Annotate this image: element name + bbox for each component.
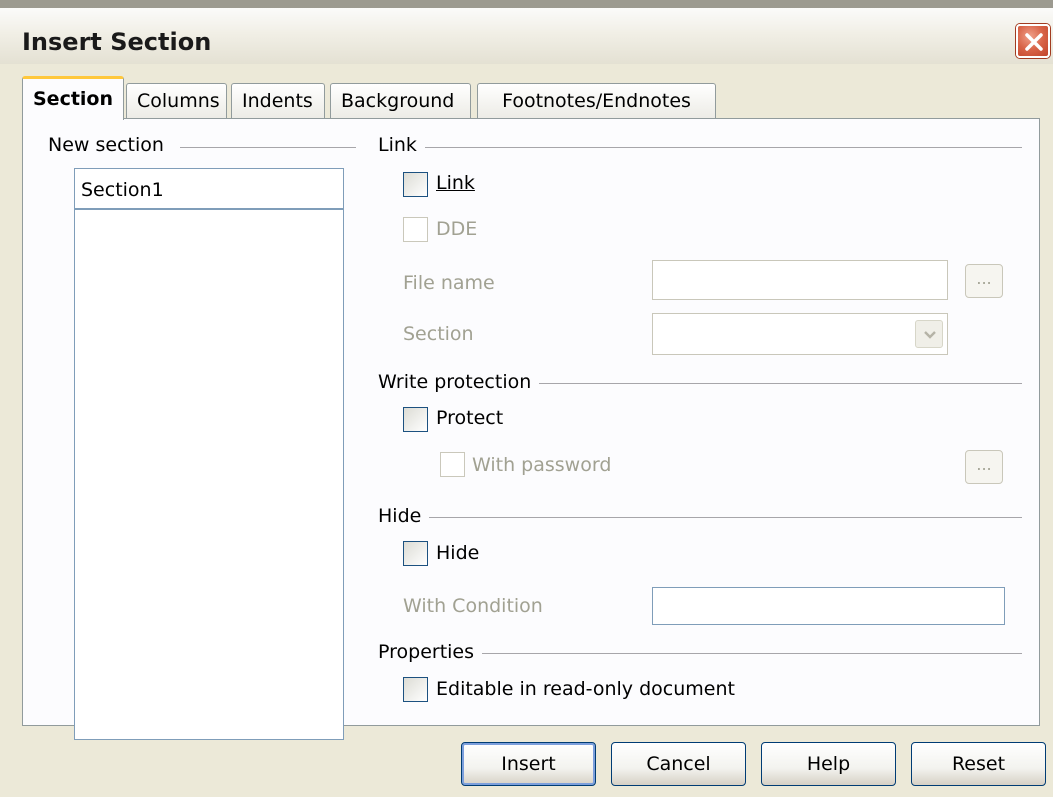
dde-checkbox[interactable] <box>403 217 428 242</box>
file-name-label: File name <box>403 272 495 294</box>
close-icon <box>1025 33 1043 51</box>
file-name-input[interactable] <box>652 260 948 300</box>
write-protection-label: Write protection <box>378 371 540 393</box>
link-divider <box>380 147 1022 148</box>
link-checkbox[interactable] <box>403 172 428 197</box>
with-condition-label: With Condition <box>403 595 543 617</box>
tab-columns[interactable]: Columns <box>126 83 227 119</box>
help-button[interactable]: Help <box>761 742 896 786</box>
hide-checkbox-label[interactable]: Hide <box>436 542 479 564</box>
section-name-input[interactable]: Section1 <box>74 168 344 210</box>
title-bar[interactable]: Insert Section <box>0 0 1053 64</box>
link-section-dropdown-button[interactable] <box>915 320 943 348</box>
link-group-label: Link <box>378 134 425 156</box>
dialog-title: Insert Section <box>22 28 212 56</box>
editable-readonly-checkbox[interactable] <box>403 677 428 702</box>
with-password-label: With password <box>472 454 612 476</box>
hide-group-label: Hide <box>378 505 430 527</box>
new-section-divider <box>180 147 356 148</box>
section-list[interactable] <box>74 168 344 740</box>
insert-button[interactable]: Insert <box>461 742 596 786</box>
link-section-select[interactable] <box>652 313 948 355</box>
with-password-checkbox[interactable] <box>440 452 465 477</box>
password-button[interactable]: ... <box>965 450 1003 484</box>
with-condition-input[interactable] <box>652 587 1005 625</box>
tab-indents[interactable]: Indents <box>231 83 325 119</box>
link-checkbox-label[interactable]: Link <box>436 172 475 194</box>
tab-background[interactable]: Background <box>330 83 471 119</box>
section-name-value: Section1 <box>81 179 164 201</box>
tab-footnotes-endnotes[interactable]: Footnotes/Endnotes <box>477 83 716 119</box>
new-section-label: New section <box>48 134 172 156</box>
hide-divider <box>380 517 1022 518</box>
cancel-button[interactable]: Cancel <box>611 742 746 786</box>
close-button[interactable] <box>1016 24 1050 58</box>
editable-readonly-label[interactable]: Editable in read-only document <box>436 678 735 700</box>
file-browse-button[interactable]: ... <box>965 264 1003 298</box>
link-section-label: Section <box>403 323 474 345</box>
tab-section[interactable]: Section <box>22 76 124 120</box>
properties-group-label: Properties <box>378 641 483 663</box>
protect-checkbox-label[interactable]: Protect <box>436 407 503 429</box>
protect-checkbox[interactable] <box>403 407 428 432</box>
chevron-down-icon <box>924 331 936 339</box>
dde-checkbox-label: DDE <box>436 218 478 240</box>
hide-checkbox[interactable] <box>403 541 428 566</box>
reset-button[interactable]: Reset <box>911 742 1046 786</box>
